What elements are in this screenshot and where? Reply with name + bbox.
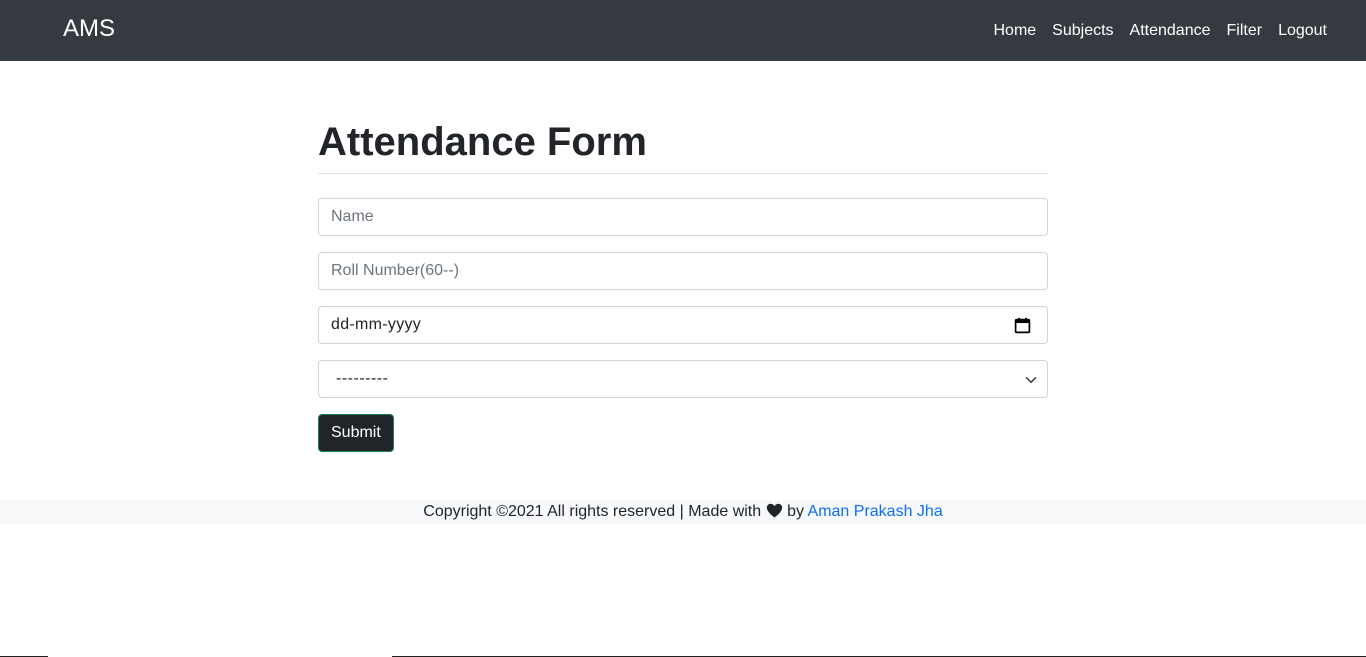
roll-number-field-wrapper bbox=[318, 252, 1048, 290]
navbar: AMS Home Subjects Attendance Filter Logo… bbox=[0, 0, 1366, 61]
nav-link-filter[interactable]: Filter bbox=[1219, 19, 1271, 43]
footer-copyright-text: Copyright ©2021 All rights reserved | Ma… bbox=[423, 503, 762, 520]
nav-link-attendance[interactable]: Attendance bbox=[1122, 19, 1219, 43]
date-input[interactable]: dd-mm-yyyy bbox=[318, 306, 1048, 344]
nav-links: Home Subjects Attendance Filter Logout bbox=[985, 19, 1335, 43]
footer-by-text: by bbox=[787, 503, 804, 520]
attendance-form-container: Attendance Form dd-mm-yyyy --------- Sub… bbox=[318, 112, 1048, 452]
name-input[interactable] bbox=[331, 199, 1035, 235]
brand-logo[interactable]: AMS bbox=[63, 13, 115, 45]
nav-link-logout[interactable]: Logout bbox=[1270, 19, 1335, 43]
date-placeholder: dd-mm-yyyy bbox=[331, 316, 422, 333]
roll-number-input[interactable] bbox=[331, 253, 1035, 289]
page-title: Attendance Form bbox=[318, 120, 647, 164]
subject-select[interactable]: --------- bbox=[318, 360, 1048, 398]
chevron-down-icon bbox=[1025, 377, 1037, 383]
subject-select-value: --------- bbox=[336, 370, 389, 387]
nav-link-home[interactable]: Home bbox=[985, 19, 1044, 43]
footer: Copyright ©2021 All rights reserved | Ma… bbox=[0, 500, 1366, 524]
name-field-wrapper bbox=[318, 198, 1048, 236]
title-divider bbox=[318, 173, 1048, 174]
nav-link-subjects[interactable]: Subjects bbox=[1044, 19, 1121, 43]
calendar-icon[interactable] bbox=[1014, 317, 1031, 334]
author-link[interactable]: Aman Prakash Jha bbox=[808, 503, 943, 520]
submit-button[interactable]: Submit bbox=[318, 414, 394, 452]
heart-icon bbox=[766, 503, 782, 518]
